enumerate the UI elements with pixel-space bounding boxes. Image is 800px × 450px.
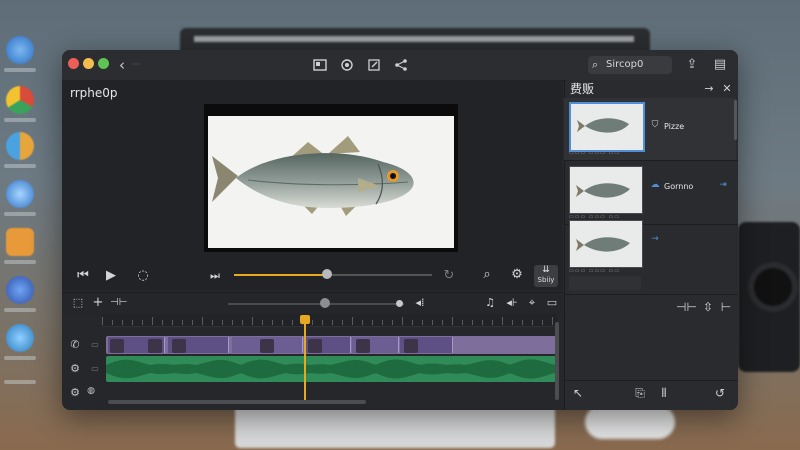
marker-icon[interactable]: ⌖	[524, 294, 540, 312]
zoom-window-button[interactable]	[98, 58, 109, 69]
search-text: Sircop0	[606, 59, 644, 70]
document-icon[interactable]: ▤	[712, 57, 728, 73]
playback-progress	[234, 274, 328, 276]
add-icon[interactable]: +	[90, 294, 106, 312]
video-track-icon[interactable]: ✆	[68, 338, 82, 351]
fish-image	[212, 136, 414, 216]
media-item-label: Pizze	[664, 122, 685, 131]
upload-icon[interactable]: ⇪	[684, 57, 700, 73]
dock-app-icon[interactable]	[6, 36, 34, 64]
split-icon[interactable]: ⊣⊢	[110, 294, 127, 312]
panel-split-icon[interactable]: ⊣⊢	[676, 300, 697, 314]
panel-import-icon[interactable]: ⇳	[700, 300, 716, 314]
playhead[interactable]	[304, 316, 306, 400]
background-speaker	[738, 222, 800, 372]
panel-divider	[564, 380, 738, 381]
panel-more-icon[interactable]: ⊢	[718, 300, 734, 314]
zoom-icon[interactable]: ⌕	[478, 266, 496, 284]
project-title: rrphe0p	[70, 86, 118, 100]
refresh-icon[interactable]: ↻	[440, 267, 458, 285]
audio-track[interactable]	[106, 356, 556, 382]
timeline-options-icon[interactable]: ◍	[84, 386, 98, 396]
minimize-window-button[interactable]	[83, 58, 94, 69]
timeline-vertical-scrollbar[interactable]	[555, 322, 559, 400]
background-mouse	[585, 405, 675, 439]
search-icon: ⌕	[592, 58, 599, 71]
pointer-tool-icon[interactable]: ↖	[570, 386, 586, 400]
desktop-dock	[0, 20, 42, 420]
media-item-placeholder[interactable]	[569, 276, 641, 290]
video-clip[interactable]	[168, 337, 229, 353]
timeline-settings-icon[interactable]: ⚙	[68, 386, 82, 399]
video-clip[interactable]	[352, 337, 399, 353]
play-button[interactable]: ▶	[102, 267, 120, 285]
zoom-max-dot	[396, 300, 403, 307]
edit-icon[interactable]	[366, 57, 382, 73]
loop-button[interactable]: ◌	[134, 267, 152, 285]
video-clip[interactable]	[400, 337, 453, 353]
item-action-icon[interactable]: ⇥	[716, 180, 730, 190]
panel-divider	[564, 294, 738, 295]
export-label: Sbiiy	[537, 276, 555, 284]
preview-image[interactable]	[208, 116, 454, 248]
panel-scrollbar[interactable]	[734, 100, 737, 140]
close-window-button[interactable]	[68, 58, 79, 69]
video-track[interactable]	[106, 336, 556, 354]
scrubber-handle[interactable]	[322, 269, 333, 279]
media-item-thumbnail[interactable]	[569, 102, 645, 152]
media-item-meta: ▭▭▭ ▭▭▭ ▭▭	[569, 150, 620, 156]
fullscreen-icon[interactable]: ▭	[544, 294, 560, 312]
snap-icon[interactable]: ◂⊦	[504, 294, 520, 312]
search-field[interactable]: ⌕ Sircop0	[588, 56, 672, 74]
panel-title: 费贩	[570, 82, 595, 96]
chrome-icon[interactable]	[6, 86, 34, 114]
media-item-thumbnail[interactable]	[569, 166, 643, 214]
timeline-horizontal-scrollbar[interactable]	[108, 400, 366, 404]
settings-icon[interactable]: ⚙	[508, 266, 526, 284]
media-item-label: Gornno	[664, 182, 694, 191]
trim-icon[interactable]: ⫴	[656, 386, 672, 401]
timeline-zoom-slider[interactable]	[228, 303, 404, 305]
dock-app-icon[interactable]	[6, 180, 34, 208]
playhead-handle[interactable]	[300, 315, 310, 324]
track-mute-icon[interactable]: ▭	[88, 364, 102, 373]
video-clip[interactable]	[108, 337, 165, 353]
layout-icon[interactable]	[312, 57, 328, 73]
editor-window: ‹ ··· ⌕ Sircop0 ⇪ ▤ rrphe0p ⏮ ▶ ◌ ⏭ ↻ ⌕ …	[62, 50, 738, 410]
video-clip[interactable]	[232, 337, 303, 353]
fast-forward-button[interactable]: ⏭	[206, 267, 224, 285]
crop-icon[interactable]: ⬚	[70, 294, 86, 312]
track-settings-icon[interactable]: ⚙	[68, 362, 82, 375]
panel-divider	[564, 160, 738, 161]
share-icon[interactable]	[393, 57, 409, 73]
dock-app-icon[interactable]	[6, 132, 34, 160]
dock-app-icon[interactable]	[6, 276, 34, 304]
timeline-ruler[interactable]	[102, 314, 558, 327]
media-item-thumbnail[interactable]	[569, 220, 643, 268]
forward-icon[interactable]: ···	[126, 57, 146, 73]
panel-close-icon[interactable]: ✕	[720, 82, 734, 95]
folder-icon[interactable]	[6, 228, 34, 256]
go-to-start-button[interactable]: ⏮	[74, 267, 92, 285]
export-icon: ⇊	[542, 265, 550, 275]
history-icon[interactable]: ↺	[712, 386, 728, 400]
export-button[interactable]: ⇊ Sbiiy	[534, 265, 558, 287]
media-item-meta: ▭▭▭ ▭▭▭ ▭▭	[569, 268, 620, 274]
audio-icon[interactable]: ♫	[482, 294, 498, 312]
audio-waveform	[106, 359, 556, 379]
volume-icon[interactable]: ◂⁞	[412, 294, 428, 312]
arrow-icon: →	[651, 234, 659, 244]
camera-icon[interactable]	[339, 57, 355, 73]
panel-arrow-icon[interactable]: →	[702, 82, 716, 95]
zoom-slider-handle[interactable]	[319, 298, 330, 308]
track-lock-icon[interactable]: ▭	[88, 340, 102, 349]
video-clip[interactable]	[306, 337, 351, 353]
cloud-icon: ☁	[650, 180, 660, 190]
caption-icon[interactable]: ⎘	[632, 386, 648, 401]
shield-icon: ⛉	[651, 120, 659, 130]
dock-app-icon[interactable]	[6, 324, 34, 352]
